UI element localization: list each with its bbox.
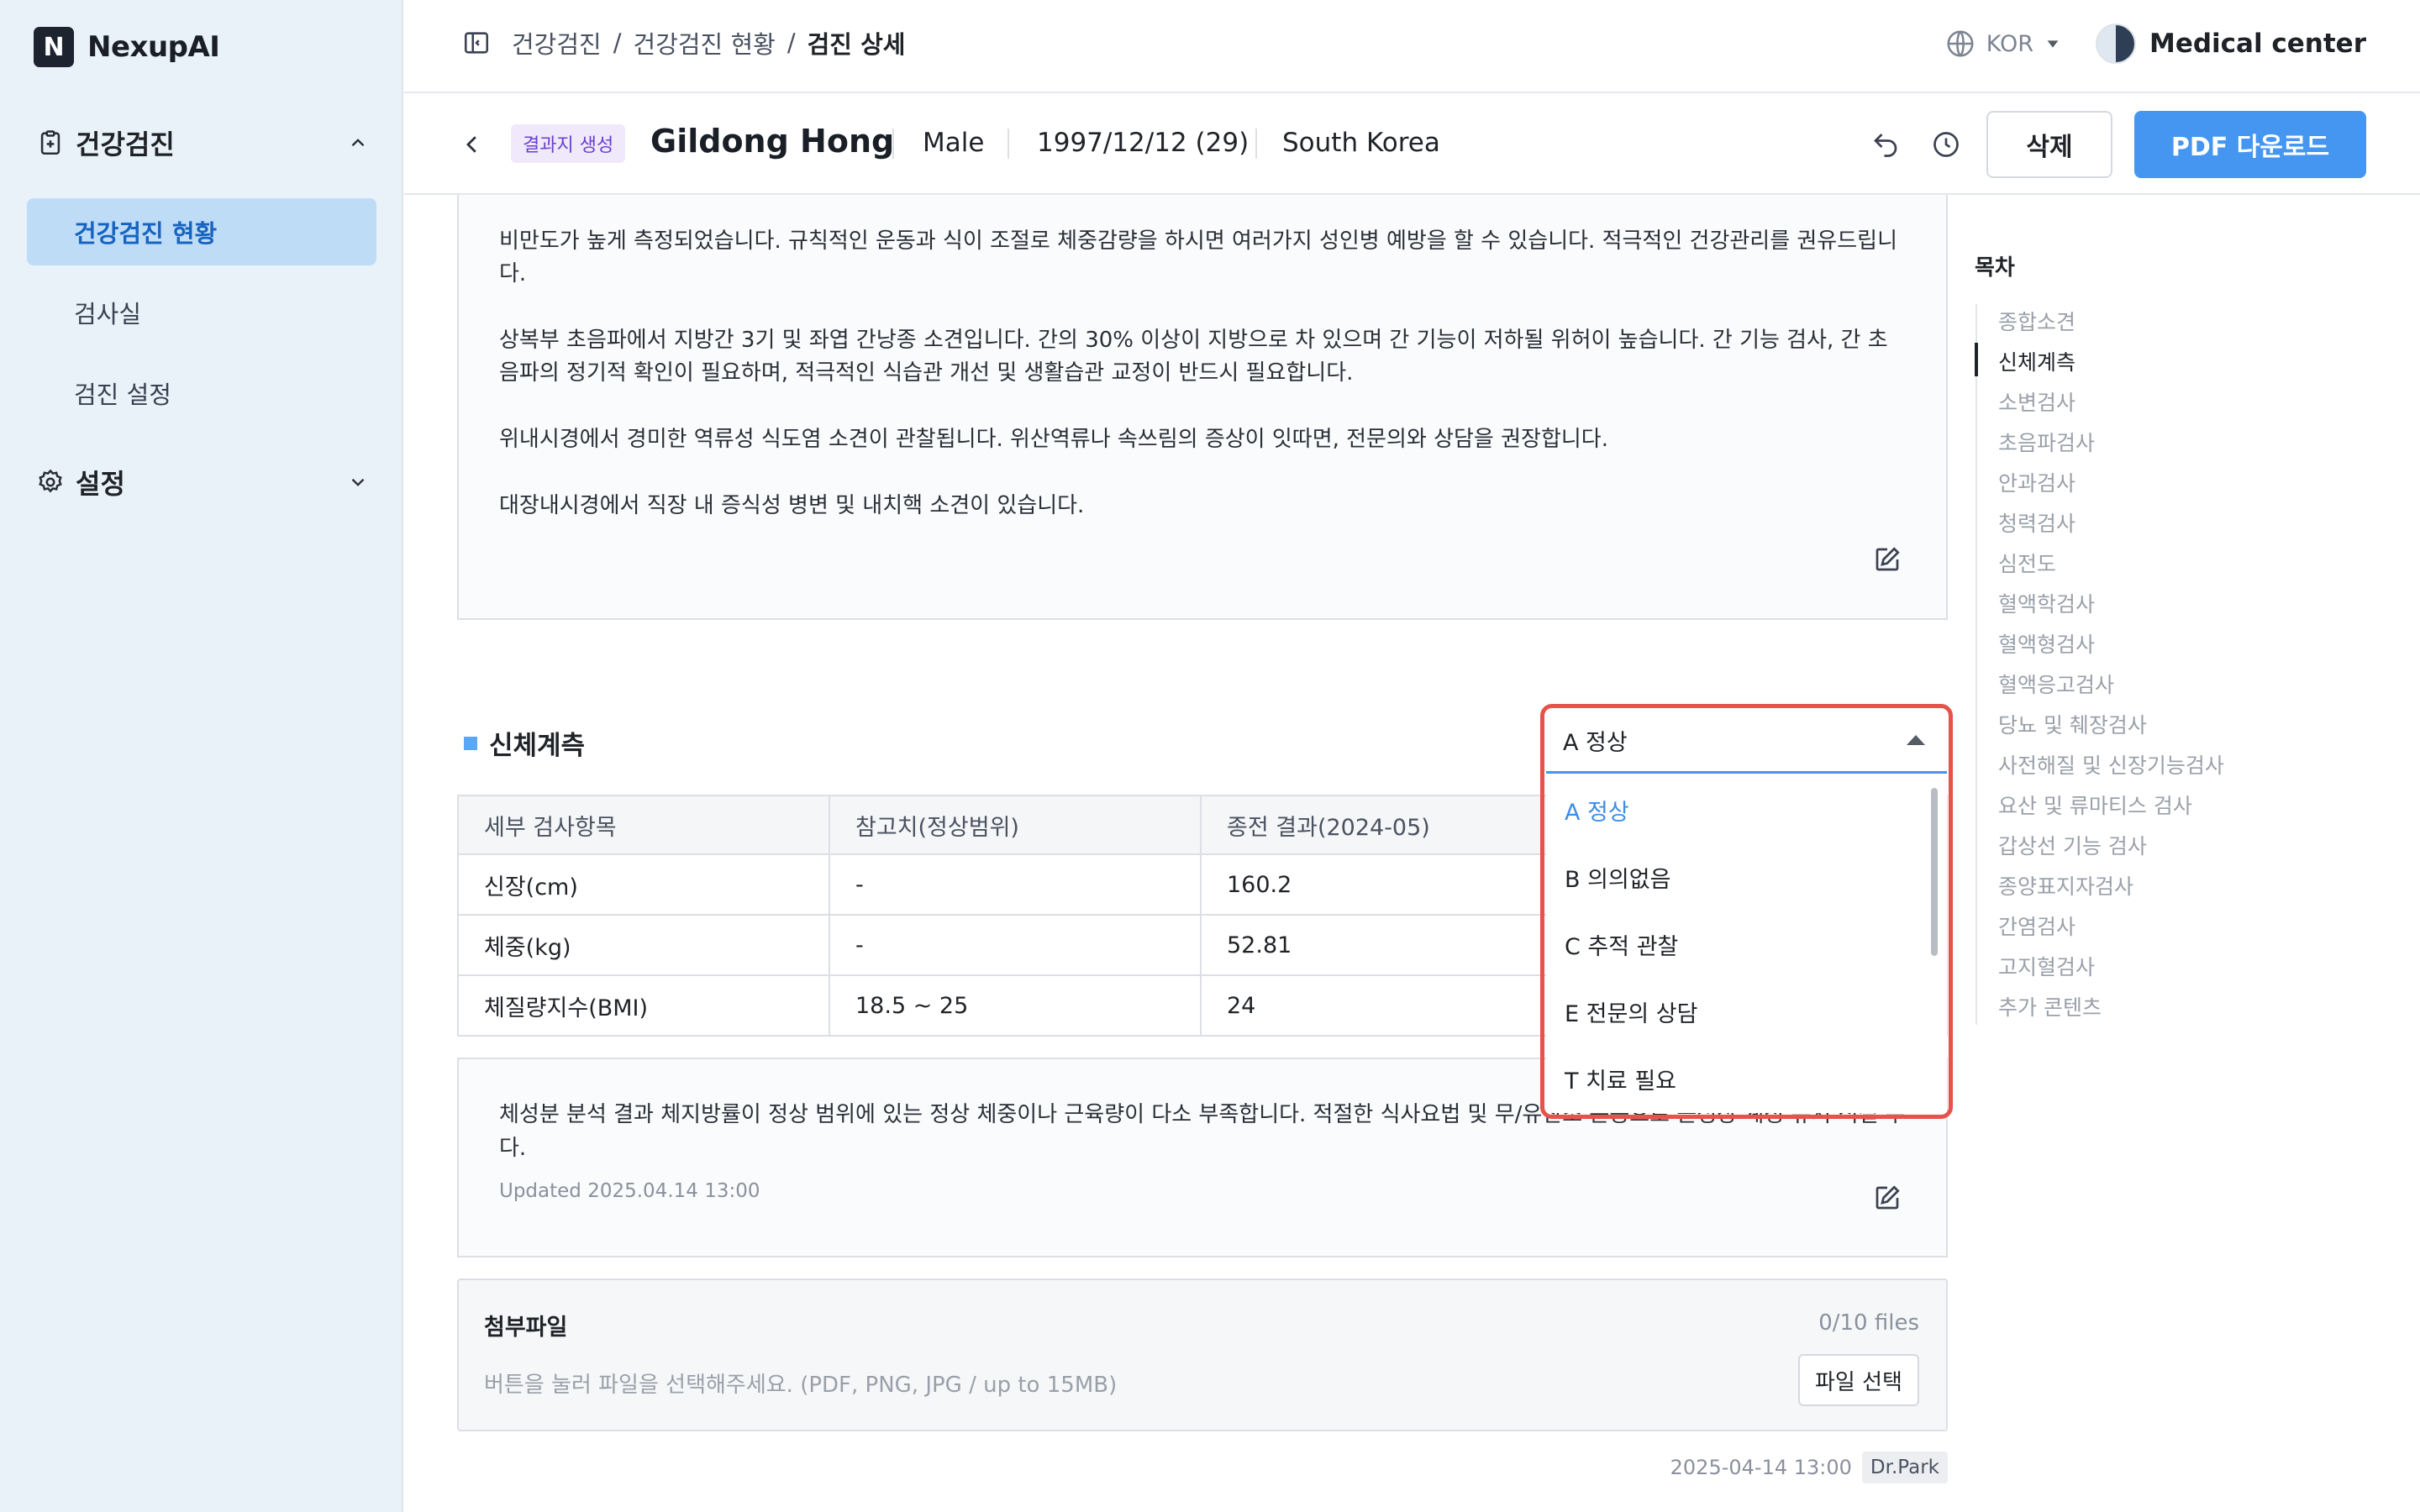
- edit-icon[interactable]: [1869, 541, 1906, 578]
- sidebar-item-lab[interactable]: 검사실: [27, 279, 376, 346]
- pdf-download-button[interactable]: PDF 다운로드: [2134, 111, 2366, 178]
- highlight-frame: [1540, 704, 1953, 1119]
- toc-item[interactable]: 심전도: [1998, 548, 2056, 578]
- section-title-text: 신체계측: [489, 731, 586, 761]
- attachment-title: 첨부파일: [484, 1315, 568, 1341]
- overall-opinion-box: 비만도가 높게 측정되었습니다. 규칙적인 운동과 식이 조절로 체중감량을 하…: [457, 195, 1948, 620]
- sidebar: N NexupAI 건강검진 건강검진 현황 검사실 검진 설정 설정: [0, 0, 403, 1512]
- gear-icon: [34, 465, 67, 499]
- toc-item[interactable]: 혈액응고검사: [1998, 669, 2114, 699]
- caret-down-icon: [2047, 40, 2059, 48]
- delete-button[interactable]: 삭제: [1986, 111, 2112, 178]
- table-cell: 신장(cm): [457, 853, 830, 916]
- table-cell: 160.2: [1200, 853, 1573, 916]
- updated-timestamp: Updated 2025.04.14 13:00: [499, 1180, 760, 1202]
- table-cell: -: [829, 914, 1202, 976]
- toc-item[interactable]: 혈액형검사: [1998, 628, 2095, 659]
- sidebar-item-checkup-settings[interactable]: 검진 설정: [27, 360, 376, 427]
- clipboard-plus-icon: [34, 126, 67, 160]
- avatar[interactable]: [2095, 24, 2136, 64]
- summary-paragraph: 상복부 초음파에서 지방간 3기 및 좌엽 간낭종 소견입니다. 간의 30% …: [499, 328, 1888, 386]
- toc-item[interactable]: 요산 및 류마티스 검사: [1998, 790, 2192, 820]
- nav-group-checkup[interactable]: 건강검진: [34, 118, 373, 168]
- globe-icon: [1947, 30, 1974, 57]
- toc-rail: [1975, 304, 1977, 1025]
- toc-item[interactable]: 청력검사: [1998, 507, 2075, 538]
- toc-item[interactable]: 종양표지자검사: [1998, 870, 2133, 900]
- author-badge: Dr.Park: [1861, 1452, 1948, 1483]
- breadcrumb-separator: /: [786, 29, 796, 57]
- table-cell: 24: [1200, 974, 1573, 1037]
- language-selector[interactable]: KOR: [1944, 28, 2062, 60]
- patient-country: South Korea: [1282, 128, 1440, 158]
- nav-group-label: 건강검진: [76, 129, 175, 160]
- history-clock-icon[interactable]: [1928, 126, 1965, 163]
- table-cell: -: [829, 853, 1202, 916]
- divider: [892, 129, 894, 159]
- organization-name[interactable]: Medical center: [2149, 29, 2366, 59]
- chevron-down-icon[interactable]: [343, 467, 373, 497]
- breadcrumb-item[interactable]: 건강검진: [512, 25, 602, 60]
- column-header: 세부 검사항목: [457, 795, 830, 855]
- divider: [1007, 129, 1009, 159]
- footer-meta: 2025-04-14 13:00 Dr.Park: [1670, 1452, 1948, 1483]
- breadcrumb: 건강검진 / 건강검진 현황 / 검진 상세: [460, 25, 905, 60]
- chevron-up-icon[interactable]: [343, 128, 373, 158]
- attachment-panel: 첨부파일 0/10 files 버튼을 눌러 파일을 선택해주세요. (PDF,…: [457, 1278, 1948, 1431]
- toc-item[interactable]: 종합소견: [1998, 306, 2075, 336]
- topbar: 건강검진 / 건강검진 현황 / 검진 상세 KOR Medical cente…: [404, 0, 2420, 93]
- toc-item[interactable]: 갑상선 기능 검사: [1998, 830, 2147, 860]
- toc-item[interactable]: 당뇨 및 췌장검사: [1998, 709, 2147, 739]
- toc-item[interactable]: 추가 콘텐츠: [1998, 991, 2102, 1021]
- attachment-hint: 버튼을 눌러 파일을 선택해주세요. (PDF, PNG, JPG / up t…: [484, 1373, 1118, 1398]
- divider: [1255, 129, 1257, 159]
- section-title: 신체계측: [464, 724, 585, 762]
- nav-group-settings[interactable]: 설정: [34, 457, 373, 507]
- breadcrumb-separator: /: [613, 29, 622, 57]
- app-logo[interactable]: N NexupAI: [34, 27, 220, 67]
- nexup-logo-icon: N: [34, 27, 74, 67]
- nav-group-label: 설정: [76, 468, 125, 500]
- sidebar-item-checkup-status[interactable]: 건강검진 현황: [27, 198, 376, 265]
- column-header: 참고치(정상범위): [829, 795, 1202, 855]
- table-cell: 18.5 ~ 25: [829, 974, 1202, 1037]
- toc-item[interactable]: 고지혈검사: [1998, 951, 2095, 981]
- app-name: NexupAI: [87, 30, 220, 64]
- attachment-count: 0/10 files: [1818, 1310, 1919, 1336]
- footer-timestamp: 2025-04-14 13:00: [1670, 1456, 1852, 1479]
- breadcrumb-item[interactable]: 건강검진 현황: [634, 25, 776, 60]
- back-arrow-icon[interactable]: [455, 128, 489, 161]
- toc-item[interactable]: 소변검사: [1998, 386, 2075, 417]
- summary-paragraph: 비만도가 높게 측정되었습니다. 규칙적인 운동과 식이 조절로 체중감량을 하…: [499, 228, 1897, 286]
- toc-title: 목차: [1975, 255, 2015, 281]
- table-cell: 체질량지수(BMI): [457, 974, 830, 1037]
- summary-paragraph: 위내시경에서 경미한 역류성 식도염 소견이 관찰됩니다. 위산역류나 속쓰림의…: [499, 427, 1608, 452]
- undo-icon[interactable]: [1867, 126, 1904, 163]
- column-header: 종전 결과(2024-05): [1200, 795, 1573, 855]
- patient-name: Gildong Hong: [650, 123, 895, 160]
- table-cell: 52.81: [1200, 914, 1573, 976]
- file-select-button[interactable]: 파일 선택: [1798, 1354, 1919, 1406]
- toc-item-active[interactable]: 신체계측: [1998, 346, 2075, 376]
- patient-dob: 1997/12/12 (29): [1037, 128, 1249, 158]
- patient-sex: Male: [923, 128, 985, 158]
- language-label: KOR: [1986, 30, 2033, 57]
- section-marker: [464, 736, 477, 750]
- toc-item[interactable]: 안과검사: [1998, 467, 2075, 497]
- status-badge: 결과지 생성: [511, 124, 626, 163]
- edit-icon[interactable]: [1869, 1179, 1906, 1216]
- toc-item[interactable]: 사전해질 및 신장기능검사: [1998, 749, 2224, 780]
- toc-item[interactable]: 혈액학검사: [1998, 588, 2095, 618]
- toc-item[interactable]: 초음파검사: [1998, 427, 2095, 457]
- toc-active-marker: [1975, 343, 1978, 376]
- breadcrumb-current: 검진 상세: [807, 30, 906, 59]
- table-cell: 체중(kg): [457, 914, 830, 976]
- sidebar-toggle-icon[interactable]: [460, 26, 493, 60]
- toc-item[interactable]: 간염검사: [1998, 911, 2075, 941]
- summary-paragraph: 대장내시경에서 직장 내 증식성 병변 및 내치핵 소견이 있습니다.: [499, 493, 1085, 518]
